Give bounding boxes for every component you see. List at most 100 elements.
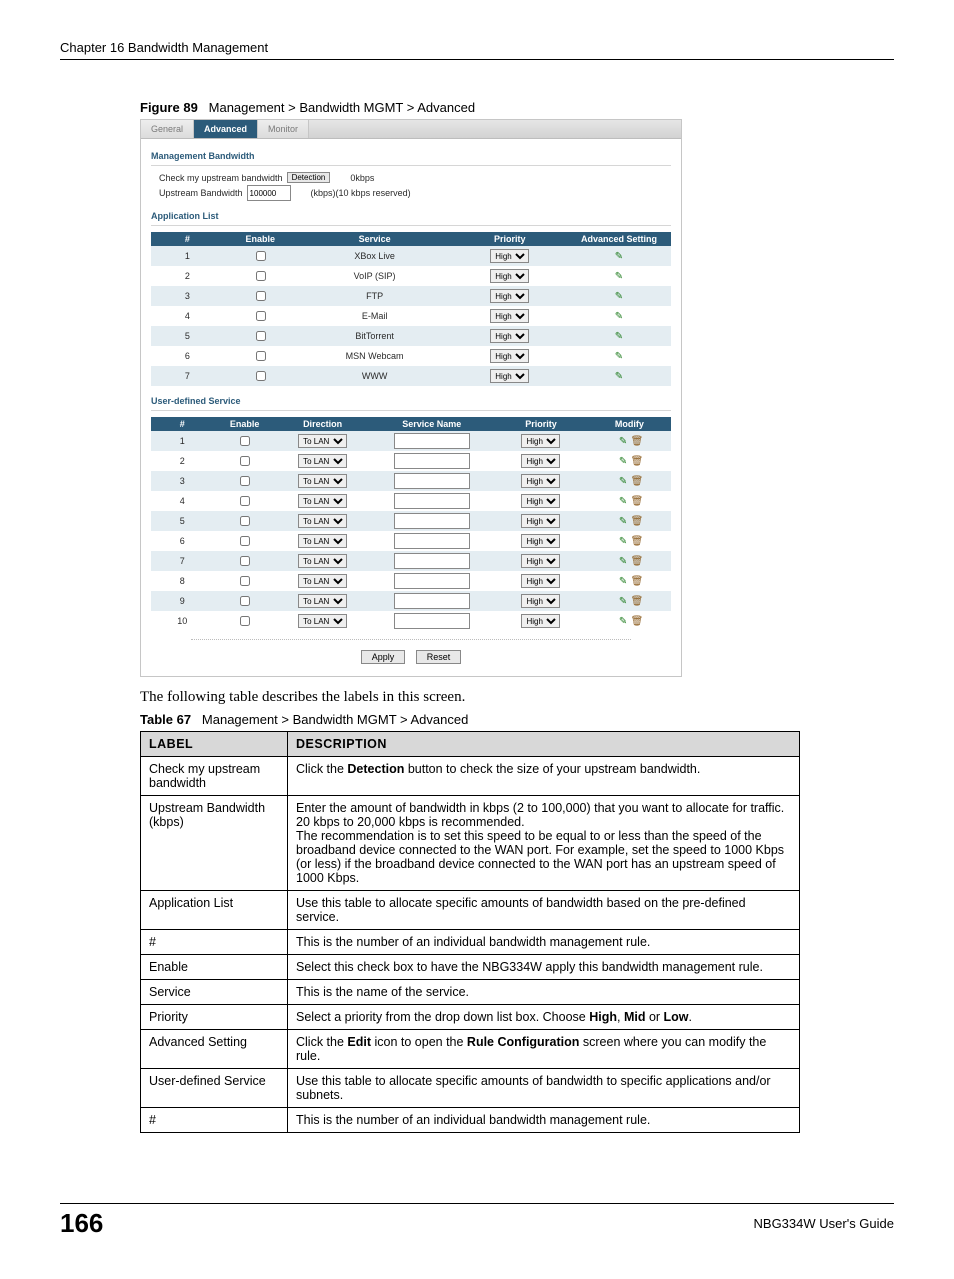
service-name-input[interactable] xyxy=(394,453,470,469)
priority-select[interactable]: High xyxy=(521,514,560,528)
edit-icon[interactable]: ✎ xyxy=(618,497,628,507)
desc-row: #This is the number of an individual ban… xyxy=(141,930,800,955)
direction-select[interactable]: To LAN xyxy=(298,474,347,488)
priority-select[interactable]: High xyxy=(490,249,529,263)
enable-checkbox[interactable] xyxy=(256,331,266,341)
user-row: 8To LANHigh✎ 🗑 xyxy=(151,571,671,591)
delete-icon[interactable]: 🗑 xyxy=(631,437,641,447)
edit-icon[interactable]: ✎ xyxy=(614,352,624,362)
service-name-input[interactable] xyxy=(394,533,470,549)
th-desc: DESCRIPTION xyxy=(288,732,800,757)
delete-icon[interactable]: 🗑 xyxy=(631,497,641,507)
priority-select[interactable]: High xyxy=(521,554,560,568)
priority-select[interactable]: High xyxy=(521,534,560,548)
enable-checkbox[interactable] xyxy=(240,476,250,486)
enable-checkbox[interactable] xyxy=(240,576,250,586)
edit-icon[interactable]: ✎ xyxy=(618,437,628,447)
edit-icon[interactable]: ✎ xyxy=(614,252,624,262)
priority-select[interactable]: High xyxy=(490,369,529,383)
priority-select[interactable]: High xyxy=(521,474,560,488)
enable-checkbox[interactable] xyxy=(256,251,266,261)
edit-icon[interactable]: ✎ xyxy=(618,557,628,567)
direction-select[interactable]: To LAN xyxy=(298,454,347,468)
upstream-bandwidth-input[interactable] xyxy=(247,185,291,201)
enable-checkbox[interactable] xyxy=(240,516,250,526)
edit-icon[interactable]: ✎ xyxy=(618,457,628,467)
direction-select[interactable]: To LAN xyxy=(298,514,347,528)
priority-select[interactable]: High xyxy=(490,349,529,363)
tab-general[interactable]: General xyxy=(141,120,194,138)
enable-checkbox[interactable] xyxy=(240,616,250,626)
direction-select[interactable]: To LAN xyxy=(298,494,347,508)
desc-label: Service xyxy=(141,980,288,1005)
direction-select[interactable]: To LAN xyxy=(298,434,347,448)
delete-icon[interactable]: 🗑 xyxy=(631,577,641,587)
edit-icon[interactable]: ✎ xyxy=(618,477,628,487)
edit-icon[interactable]: ✎ xyxy=(614,272,624,282)
edit-icon[interactable]: ✎ xyxy=(618,617,628,627)
edit-icon[interactable]: ✎ xyxy=(614,312,624,322)
edit-icon[interactable]: ✎ xyxy=(618,537,628,547)
enable-checkbox[interactable] xyxy=(256,311,266,321)
cell-num: 5 xyxy=(151,326,224,346)
enable-checkbox[interactable] xyxy=(256,371,266,381)
desc-label: User-defined Service xyxy=(141,1069,288,1108)
delete-icon[interactable]: 🗑 xyxy=(631,537,641,547)
edit-icon[interactable]: ✎ xyxy=(618,597,628,607)
edit-icon[interactable]: ✎ xyxy=(618,517,628,527)
service-name-input[interactable] xyxy=(394,433,470,449)
edit-icon[interactable]: ✎ xyxy=(618,577,628,587)
service-name-input[interactable] xyxy=(394,473,470,489)
priority-select[interactable]: High xyxy=(490,269,529,283)
delete-icon[interactable]: 🗑 xyxy=(631,597,641,607)
enable-checkbox[interactable] xyxy=(240,556,250,566)
service-name-input[interactable] xyxy=(394,593,470,609)
direction-select[interactable]: To LAN xyxy=(298,574,347,588)
enable-checkbox[interactable] xyxy=(256,351,266,361)
priority-select[interactable]: High xyxy=(521,594,560,608)
detection-button[interactable]: Detection xyxy=(287,172,331,183)
direction-select[interactable]: To LAN xyxy=(298,534,347,548)
enable-checkbox[interactable] xyxy=(240,536,250,546)
apply-button[interactable]: Apply xyxy=(361,650,406,664)
service-name-input[interactable] xyxy=(394,493,470,509)
priority-select[interactable]: High xyxy=(521,614,560,628)
delete-icon[interactable]: 🗑 xyxy=(631,477,641,487)
edit-icon[interactable]: ✎ xyxy=(614,372,624,382)
reset-button[interactable]: Reset xyxy=(416,650,462,664)
cell-num: 4 xyxy=(151,306,224,326)
enable-checkbox[interactable] xyxy=(240,456,250,466)
service-name-input[interactable] xyxy=(394,553,470,569)
edit-icon[interactable]: ✎ xyxy=(614,332,624,342)
col-priority: Priority xyxy=(453,232,567,246)
direction-select[interactable]: To LAN xyxy=(298,594,347,608)
priority-select[interactable]: High xyxy=(490,309,529,323)
priority-select[interactable]: High xyxy=(521,454,560,468)
enable-checkbox[interactable] xyxy=(240,436,250,446)
delete-icon[interactable]: 🗑 xyxy=(631,617,641,627)
edit-icon[interactable]: ✎ xyxy=(614,292,624,302)
application-list-table: # Enable Service Priority Advanced Setti… xyxy=(151,232,671,386)
enable-checkbox[interactable] xyxy=(256,271,266,281)
enable-checkbox[interactable] xyxy=(240,496,250,506)
priority-select[interactable]: High xyxy=(521,494,560,508)
service-name-input[interactable] xyxy=(394,573,470,589)
tab-monitor[interactable]: Monitor xyxy=(258,120,309,138)
enable-checkbox[interactable] xyxy=(256,291,266,301)
service-name-input[interactable] xyxy=(394,613,470,629)
tab-advanced[interactable]: Advanced xyxy=(194,120,258,138)
priority-select[interactable]: High xyxy=(490,289,529,303)
ucol-modify: Modify xyxy=(588,417,671,431)
priority-select[interactable]: High xyxy=(490,329,529,343)
priority-select[interactable]: High xyxy=(521,434,560,448)
delete-icon[interactable]: 🗑 xyxy=(631,557,641,567)
delete-icon[interactable]: 🗑 xyxy=(631,517,641,527)
priority-select[interactable]: High xyxy=(521,574,560,588)
service-name-input[interactable] xyxy=(394,513,470,529)
detected-value: 0kbps xyxy=(350,173,374,183)
desc-row: #This is the number of an individual ban… xyxy=(141,1108,800,1133)
enable-checkbox[interactable] xyxy=(240,596,250,606)
direction-select[interactable]: To LAN xyxy=(298,614,347,628)
direction-select[interactable]: To LAN xyxy=(298,554,347,568)
delete-icon[interactable]: 🗑 xyxy=(631,457,641,467)
